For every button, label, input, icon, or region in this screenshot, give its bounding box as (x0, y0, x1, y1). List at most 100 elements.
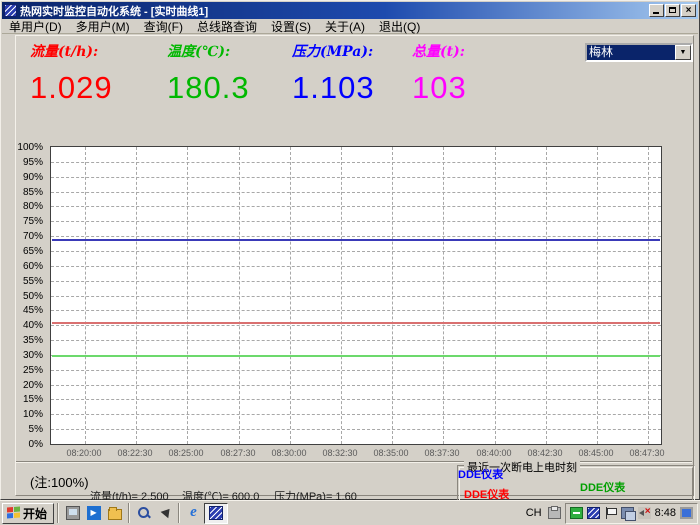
v-gridline (597, 147, 598, 444)
h-gridline (51, 281, 661, 282)
restore-button[interactable] (665, 4, 680, 17)
taskbar: 开始 ▶ e CH 8:48 (0, 500, 700, 525)
y-tick-label: 95% (23, 157, 43, 168)
display-icon[interactable] (680, 507, 693, 519)
station-select[interactable]: 梅林 ▼ (585, 43, 693, 62)
separator (16, 461, 692, 463)
y-tick-label: 25% (23, 365, 43, 376)
h-gridline (51, 429, 661, 430)
screen: 热网实时监控自动化系统 - [实时曲线1] × 单用户(D)多用户(M)查询(F… (0, 0, 700, 525)
power-event-panel: 最近一次断电上电时刻 DDE仪表 DDE仪表 DDE仪表 (457, 465, 695, 503)
minimize-icon (653, 12, 659, 14)
quicklaunch-computer[interactable] (62, 503, 83, 523)
menu-item[interactable]: 查询(F) (137, 18, 190, 35)
readout-label: 压力(MPa): (292, 41, 375, 61)
close-button[interactable]: × (681, 4, 696, 17)
y-tick-label: 75% (23, 216, 43, 227)
menu-item[interactable]: 关于(A) (318, 18, 372, 35)
y-tick-label: 100% (17, 142, 43, 153)
v-gridline (648, 147, 649, 444)
h-gridline (51, 221, 661, 222)
windows-logo-icon (7, 507, 20, 520)
v-gridline (392, 147, 393, 444)
readout-value: 103 (412, 70, 467, 106)
x-tick-label: 08:37:30 (412, 448, 472, 458)
readout-label: 温度(℃): (167, 41, 250, 61)
h-gridline (51, 385, 661, 386)
y-tick-label: 20% (23, 380, 43, 391)
y-tick-label: 85% (23, 187, 43, 198)
h-gridline (51, 192, 661, 193)
v-gridline (495, 147, 496, 444)
menu-bar: 单用户(D)多用户(M)查询(F)总线路查询设置(S)关于(A)退出(Q) (2, 19, 698, 34)
chevron-down-icon[interactable]: ▼ (675, 45, 691, 60)
h-gridline (51, 266, 661, 267)
muted-sound-icon[interactable] (638, 507, 651, 519)
printer-icon[interactable] (548, 507, 561, 519)
readout-value: 180.3 (167, 70, 250, 106)
v-gridline (341, 147, 342, 444)
readout-label: 总量(t): (412, 41, 467, 61)
quicklaunch-folder[interactable] (104, 503, 125, 523)
plot-area (50, 146, 662, 445)
close-icon: × (682, 5, 695, 16)
v-gridline (546, 147, 547, 444)
v-gridline (443, 147, 444, 444)
y-tick-label: 50% (23, 291, 43, 302)
v-gridline (239, 147, 240, 444)
dde-meter-label: DDE仪表 (464, 486, 509, 502)
readout-value: 1.029 (30, 70, 113, 106)
start-button[interactable]: 开始 (2, 503, 54, 524)
h-gridline (51, 206, 661, 207)
x-axis-labels: 08:20:0008:22:3008:25:0008:27:3008:30:00… (2, 448, 698, 460)
flag-icon[interactable] (604, 507, 617, 519)
app-icon (209, 506, 223, 520)
y-tick-label: 70% (23, 231, 43, 242)
folder-icon (108, 509, 122, 520)
y-tick-label: 45% (23, 305, 43, 316)
v-gridline (136, 147, 137, 444)
media-player-icon: ▶ (87, 506, 101, 520)
h-gridline (51, 162, 661, 163)
dde-meter-label: DDE仪表 (458, 466, 503, 482)
minimize-button[interactable] (649, 4, 664, 17)
system-tray: 8:48 (565, 503, 698, 524)
quicklaunch-media-player[interactable]: ▶ (83, 503, 104, 523)
hand-icon (158, 506, 172, 520)
start-label: 开始 (23, 505, 47, 522)
readout: 压力(MPa): 1.103 (292, 41, 375, 106)
network-icon[interactable] (621, 507, 634, 519)
menu-item[interactable]: 单用户(D) (2, 18, 69, 35)
y-tick-label: 5% (29, 424, 43, 435)
series-line (52, 355, 660, 357)
h-gridline (51, 370, 661, 371)
h-gridline (51, 177, 661, 178)
y-tick-label: 60% (23, 261, 43, 272)
quicklaunch-hand[interactable] (154, 503, 175, 523)
meter-icon[interactable] (570, 507, 583, 519)
y-tick-label: 55% (23, 276, 43, 287)
language-indicator[interactable]: CH (526, 507, 542, 519)
menu-item[interactable]: 退出(Q) (372, 18, 427, 35)
taskbar-divider (57, 503, 59, 523)
h-gridline (51, 399, 661, 400)
menu-item[interactable]: 多用户(M) (69, 18, 137, 35)
y-tick-label: 10% (23, 409, 43, 420)
menu-item[interactable]: 总线路查询 (190, 18, 264, 35)
readout-value: 1.103 (292, 70, 375, 106)
quicklaunch-search[interactable] (133, 503, 154, 523)
clock[interactable]: 8:48 (655, 507, 676, 519)
h-gridline (51, 325, 661, 326)
taskbar-divider (178, 503, 180, 523)
scale-note: (注:100%) (30, 472, 89, 491)
app-icon (4, 4, 17, 17)
h-gridline (51, 251, 661, 252)
quicklaunch-internet-explorer[interactable]: e (183, 503, 204, 523)
v-gridline (290, 147, 291, 444)
app-tray-icon[interactable] (587, 507, 600, 519)
y-tick-label: 80% (23, 201, 43, 212)
y-tick-label: 90% (23, 172, 43, 183)
station-select-value: 梅林 (587, 45, 675, 60)
menu-item[interactable]: 设置(S) (264, 18, 318, 35)
app-task-button[interactable] (204, 503, 228, 524)
